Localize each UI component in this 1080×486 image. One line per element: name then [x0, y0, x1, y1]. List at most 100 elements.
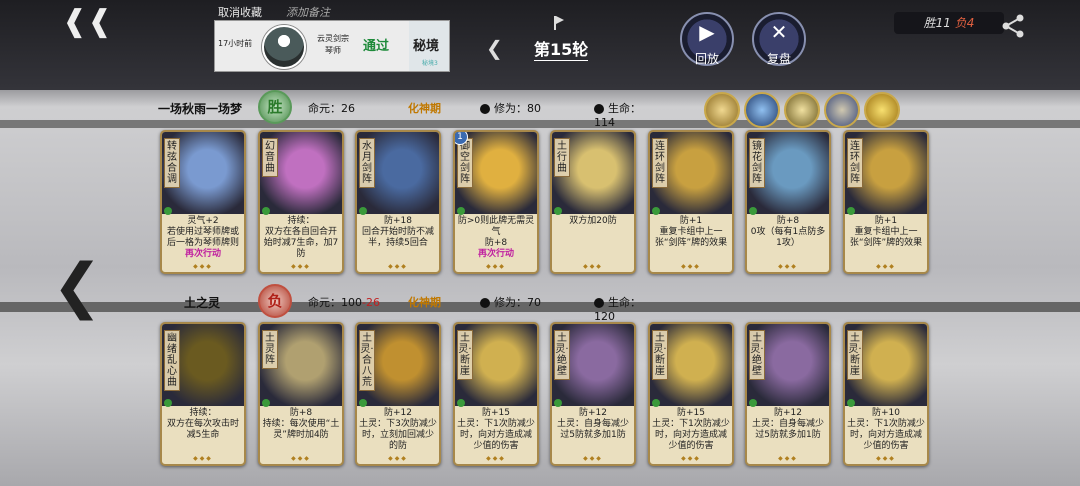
- previous-round-icon[interactable]: ❮: [486, 36, 503, 60]
- figure-icon[interactable]: [824, 92, 860, 128]
- match-ticket: 17小时前 云灵剑宗 琴师 通过 秘境 秘境3: [214, 20, 450, 72]
- player-bar-2: 土之灵 负 命元：100-26 化神期 修为：70 生命：120: [154, 284, 644, 323]
- card-name: 连环剑阵: [652, 138, 668, 188]
- card[interactable]: 幻音曲持续： 双方在各自回合开始时减7生命，加7防 ◆◆◆: [258, 130, 344, 274]
- card[interactable]: 幽绪乱心曲 持续： 双方在每次攻击时减5生命 ◆◆◆: [160, 322, 246, 466]
- card-description: 防+12 土灵：下3次防减少时，立刻加回减少的防: [359, 408, 437, 452]
- gem-icon: [652, 207, 660, 215]
- card-description: 防+12 土灵：自身每减少过5防就多加1防: [554, 408, 632, 441]
- card-rank-pips: ◆◆◆: [291, 263, 311, 270]
- unfavorite-button[interactable]: 取消收藏: [218, 4, 262, 20]
- card[interactable]: 土行曲 双方加20防 ◆◆◆: [550, 130, 636, 274]
- talisman-icon[interactable]: [704, 92, 740, 128]
- sword-icon[interactable]: [784, 92, 820, 128]
- replay-button[interactable]: ▶ 回放: [680, 12, 734, 66]
- card[interactable]: 转弦合调 灵气+2 若使用过琴师牌或后一格为琴师牌则 再次行动 ◆◆◆: [160, 130, 246, 274]
- card[interactable]: 镜花剑阵 防+8 0攻（每有1点防多1攻） ◆◆◆: [745, 130, 831, 274]
- gem-icon: [262, 399, 270, 407]
- hp-stat: 生命：120: [594, 294, 644, 323]
- card[interactable]: 连环剑阵 防+1 重复卡组中上一张“剑阵”牌的效果 ◆◆◆: [843, 130, 929, 274]
- card-description: 防+8 持续：每次使用“土灵”牌时加4防: [262, 408, 340, 441]
- card-desc-line-2: 土灵：下1次防减少时，向对方造成减少值的伤害: [847, 419, 925, 451]
- card-desc-line-3: 再次行动: [184, 249, 221, 259]
- sect-label: 云灵剑宗: [317, 34, 349, 43]
- gem-icon: [847, 207, 855, 215]
- review-label: 复盘: [766, 52, 791, 66]
- cultivation-value: 70: [527, 296, 541, 309]
- card[interactable]: 水月剑阵防+18 回合开始时防不减半，持续5回合 ◆◆◆: [355, 130, 441, 274]
- side-chevron-icon: ❮: [52, 251, 103, 321]
- cultivation-value: 80: [527, 102, 541, 115]
- card[interactable]: 连环剑阵 防+1 重复卡组中上一张“剑阵”牌的效果 ◆◆◆: [648, 130, 734, 274]
- card-desc-line-1: 双方加20防: [569, 216, 617, 226]
- card-desc-line-2: 双方在各自回合开始时减7生命，加7防: [263, 227, 339, 259]
- share-icon[interactable]: [1000, 14, 1026, 38]
- card-description: 持续： 双方在各自回合开始时减7生命，加7防: [262, 216, 340, 260]
- card-desc-line-2: 土灵：自身每减少过5防就多加1防: [556, 419, 629, 440]
- scroll-icon[interactable]: [864, 92, 900, 128]
- card-name: 水月剑阵: [359, 138, 375, 188]
- card[interactable]: 土灵·绝壁 防+12 土灵：自身每减少过5防就多加1防 ◆◆◆: [550, 322, 636, 466]
- card-desc-line-1: 防>0则此牌无需灵气: [457, 216, 535, 237]
- life-value: 26: [341, 102, 355, 115]
- card[interactable]: 土灵·断崖 防+15 土灵：下1次防减少时，向对方造成减少值的伤害 ◆◆◆: [453, 322, 539, 466]
- card-rank-pips: ◆◆◆: [876, 455, 896, 462]
- gem-icon: [749, 207, 757, 215]
- person-icon: [480, 104, 490, 114]
- card-desc-line-1: 灵气+2: [187, 216, 219, 226]
- card-desc-line-1: 持续：: [189, 408, 217, 418]
- gem-icon: [554, 399, 562, 407]
- card-rank-pips: ◆◆◆: [681, 263, 701, 270]
- card-rank-pips: ◆◆◆: [193, 455, 213, 462]
- cultivation-stat: 修为：80: [480, 100, 541, 116]
- card[interactable]: 土灵阵 防+8 持续：每次使用“土灵”牌时加4防 ◆◆◆: [258, 322, 344, 466]
- review-button[interactable]: ✕ 复盘: [752, 12, 806, 66]
- card-rank-pips: ◆◆◆: [388, 263, 408, 270]
- card-desc-line-1: 持续：: [287, 216, 315, 226]
- gem-icon: [164, 207, 172, 215]
- blade-icon[interactable]: [744, 92, 780, 128]
- card-rank-pips: ◆◆◆: [193, 263, 213, 270]
- person-icon: [480, 298, 490, 308]
- card-description: 防+18 回合开始时防不减半，持续5回合: [359, 216, 437, 249]
- win-badge: 胜: [258, 90, 292, 124]
- card[interactable]: 土灵·断崖 防+15 土灵：下1次防减少时，向对方造成减少值的伤害 ◆◆◆: [648, 322, 734, 466]
- card-rank-pips: ◆◆◆: [388, 455, 408, 462]
- card[interactable]: 土灵·合八荒防+12 土灵：下3次防减少时，立刻加回减少的防 ◆◆◆: [355, 322, 441, 466]
- life-delta: -26: [362, 296, 380, 309]
- gem-icon: [457, 207, 465, 215]
- card-desc-line-2: 0攻（每有1点防多1攻）: [750, 227, 826, 248]
- life-stat: 命元：100-26: [308, 294, 380, 310]
- heart-icon: [594, 104, 604, 114]
- gem-icon: [457, 399, 465, 407]
- add-note-button[interactable]: 添加备注: [286, 4, 330, 20]
- match-time: 17小时前: [218, 39, 253, 48]
- card-name: 土灵·合八荒: [359, 330, 375, 391]
- card-name: 土灵·绝壁: [749, 330, 765, 380]
- card-name: 连环剑阵: [847, 138, 863, 188]
- card-name: 御空剑阵: [457, 138, 473, 188]
- stage-label: 化神期: [408, 102, 441, 115]
- card-desc-line-2: 重复卡组中上一张“剑阵”牌的效果: [654, 227, 728, 248]
- card-desc-line-2: 土灵：下1次防减少时，向对方造成减少值的伤害: [652, 419, 730, 451]
- card-desc-line-2: 持续：每次使用“土灵”牌时加4防: [262, 419, 340, 440]
- card-rank-pips: ◆◆◆: [681, 455, 701, 462]
- card-desc-line-1: 防+15: [482, 408, 510, 418]
- gem-icon: [164, 399, 172, 407]
- back-arrow-icon[interactable]: ❰❰: [62, 7, 112, 37]
- card[interactable]: 土灵·绝壁 防+12 土灵：自身每减少过5防就多加1防 ◆◆◆: [745, 322, 831, 466]
- card-rank-pips: ◆◆◆: [486, 455, 506, 462]
- card-desc-line-2: 防+8: [484, 238, 508, 248]
- hp-label: 生命：: [608, 102, 641, 115]
- divider: [0, 120, 1080, 128]
- card-desc-line-2: 土灵：下1次防减少时，向对方造成减少值的伤害: [457, 419, 535, 451]
- avatar[interactable]: [262, 25, 306, 69]
- card[interactable]: 御空剑阵 1 防>0则此牌无需灵气 防+8 再次行动 ◆◆◆: [453, 130, 539, 274]
- card[interactable]: 土灵·断崖 防+10 土灵：下1次防减少时，向对方造成减少值的伤害 ◆◆◆: [843, 322, 929, 466]
- card-name: 幻音曲: [262, 138, 278, 177]
- round-label: 第15轮: [534, 36, 589, 61]
- card-name: 土灵·断崖: [847, 330, 863, 380]
- gem-icon: [847, 399, 855, 407]
- card-desc-line-2: 若使用过琴师牌或后一格为琴师牌则: [166, 227, 239, 248]
- card-desc-line-2: 回合开始时防不减半，持续5回合: [361, 227, 434, 248]
